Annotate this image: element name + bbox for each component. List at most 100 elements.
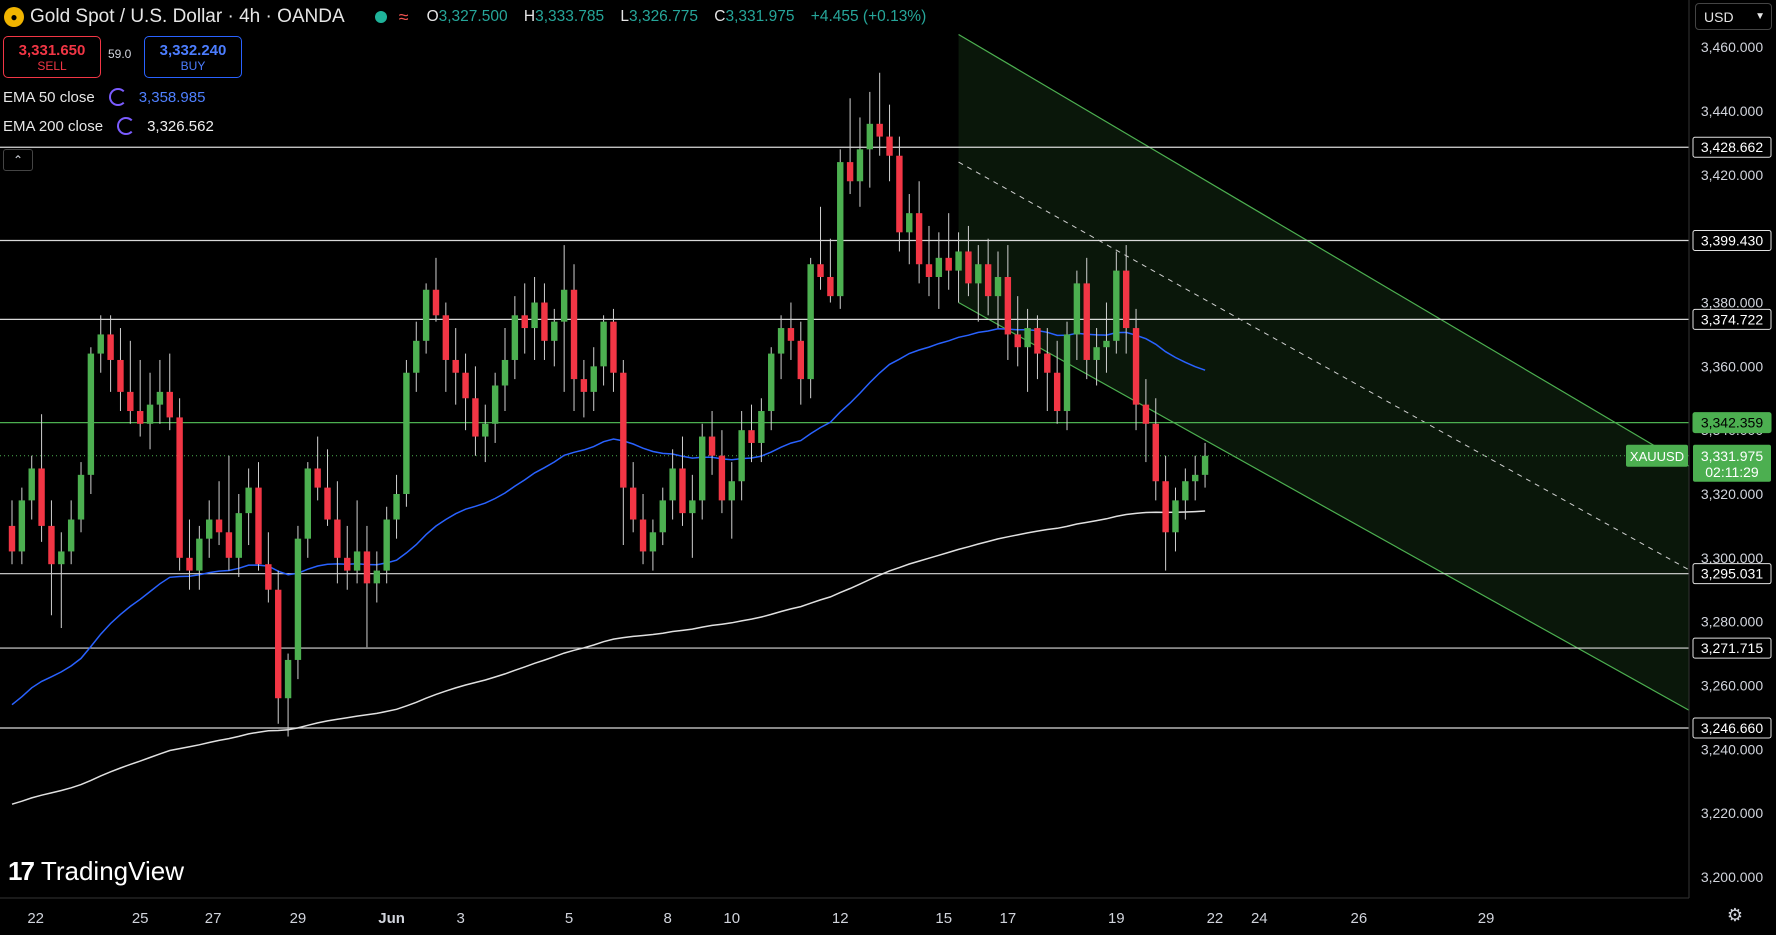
candle <box>215 481 223 546</box>
candle-body <box>1034 328 1041 354</box>
candle-body <box>1044 353 1051 373</box>
candle-body <box>817 264 824 277</box>
candle <box>541 283 548 360</box>
candle <box>797 321 804 405</box>
candle <box>935 232 943 309</box>
candle-body <box>787 328 795 341</box>
candle <box>442 302 450 392</box>
high-key: H <box>523 8 536 25</box>
buy-button[interactable]: 3,332.240 BUY <box>144 36 242 78</box>
x-tick-label: 10 <box>723 910 740 927</box>
x-tick-label: 24 <box>1251 910 1268 927</box>
candle-body <box>38 468 45 526</box>
refresh-icon[interactable] <box>108 88 127 106</box>
price-chart[interactable]: 3,200.000 3,220.000 3,240.000 3,260.000 3,28… <box>0 0 1776 935</box>
candle <box>255 462 262 571</box>
sell-price: 3,331.650 <box>18 41 86 59</box>
candle <box>235 493 242 577</box>
level-tag-label: 3,246.660 <box>1701 720 1763 736</box>
level-price-tag: 3,428.662 <box>1692 136 1772 158</box>
candle <box>265 532 272 603</box>
y-tick-label: 3,220.000 <box>1701 805 1763 821</box>
candle-body <box>48 525 55 565</box>
open-value: 3,327.500 <box>438 8 508 25</box>
candle <box>620 359 627 546</box>
candle-body <box>107 334 114 360</box>
candle-body <box>669 468 676 501</box>
candle-body <box>1201 455 1209 475</box>
gear-icon[interactable]: ⚙ <box>1724 904 1746 926</box>
indicator-ema50[interactable]: EMA 50 close 3,358.985 <box>3 88 205 106</box>
candle <box>452 328 459 405</box>
level-tag-label: 3,399.430 <box>1701 233 1763 249</box>
candle-body <box>856 149 864 182</box>
candle <box>176 398 183 571</box>
chevron-down-icon: ▼ <box>1755 11 1765 22</box>
current-price-label: 3,331.975 <box>1701 448 1763 464</box>
candle <box>629 462 637 533</box>
candle <box>28 455 35 520</box>
candle-body <box>1103 340 1110 348</box>
candle-body <box>8 525 16 552</box>
candle <box>67 500 75 565</box>
candle-body <box>265 564 272 590</box>
ema50-value: 3,358.985 <box>138 88 206 106</box>
refresh-icon[interactable] <box>117 117 136 135</box>
data-delay-icon[interactable]: ≈ <box>399 7 409 28</box>
symbol-title[interactable]: Gold Spot / U.S. Dollar · 4h · OANDA <box>30 6 345 28</box>
symbol-header[interactable]: ● Gold Spot / U.S. Dollar · 4h · OANDA ≈… <box>0 0 938 34</box>
candle-body <box>18 500 26 552</box>
candle <box>758 398 765 463</box>
x-tick-label: 22 <box>27 910 44 927</box>
high-value: 3,333.785 <box>535 8 605 25</box>
candle-body <box>1132 328 1140 405</box>
candle <box>462 353 469 431</box>
candle-body <box>560 289 568 322</box>
candle-body <box>304 468 311 539</box>
candle-body <box>117 359 124 392</box>
candle <box>886 104 893 182</box>
candle-body <box>275 589 282 699</box>
candle <box>551 308 558 367</box>
candle <box>689 474 696 558</box>
candle <box>738 411 745 501</box>
candle <box>18 487 26 565</box>
candle <box>768 347 775 431</box>
candle <box>275 570 282 724</box>
collapse-legend-button[interactable]: ⌃ <box>3 149 33 171</box>
candle <box>521 283 528 354</box>
candle <box>284 653 292 737</box>
tradingview-logo[interactable]: 17 TradingView <box>8 856 184 887</box>
candle-body <box>442 315 450 360</box>
candle <box>866 91 874 188</box>
candle-body <box>797 340 804 380</box>
candle <box>827 238 834 303</box>
time-axis[interactable]: 22 25 27 29 Jun 3 5 8 10 12 15 17 19 22 24 26 29 <box>0 897 1689 935</box>
candle <box>748 404 755 463</box>
sell-button[interactable]: 3,331.650 SELL <box>3 36 101 78</box>
buy-price: 3,332.240 <box>159 41 227 59</box>
candle <box>708 411 716 475</box>
indicator-ema200[interactable]: EMA 200 close 3,326.562 <box>3 117 214 135</box>
candle-body <box>590 366 597 392</box>
candle <box>560 245 568 392</box>
candle-body <box>294 538 302 660</box>
candle <box>1063 321 1071 431</box>
candle-body <box>689 500 696 514</box>
candle-body <box>728 481 735 501</box>
candle <box>1192 455 1199 501</box>
candle <box>107 315 114 392</box>
level-tag-label: 3,295.031 <box>1701 566 1763 582</box>
candle <box>876 72 883 156</box>
candle-body <box>245 487 252 514</box>
market-status-icon[interactable] <box>374 11 387 23</box>
x-tick-label: 25 <box>132 910 149 927</box>
ema200-value: 3,326.562 <box>147 117 214 135</box>
x-tick-label: 3 <box>456 910 464 927</box>
candle <box>610 308 617 392</box>
candle <box>344 525 351 590</box>
low-key: L <box>620 8 630 25</box>
candle-body <box>186 557 193 571</box>
candle-body <box>984 264 992 297</box>
currency-select[interactable]: USD ▼ <box>1695 3 1772 30</box>
